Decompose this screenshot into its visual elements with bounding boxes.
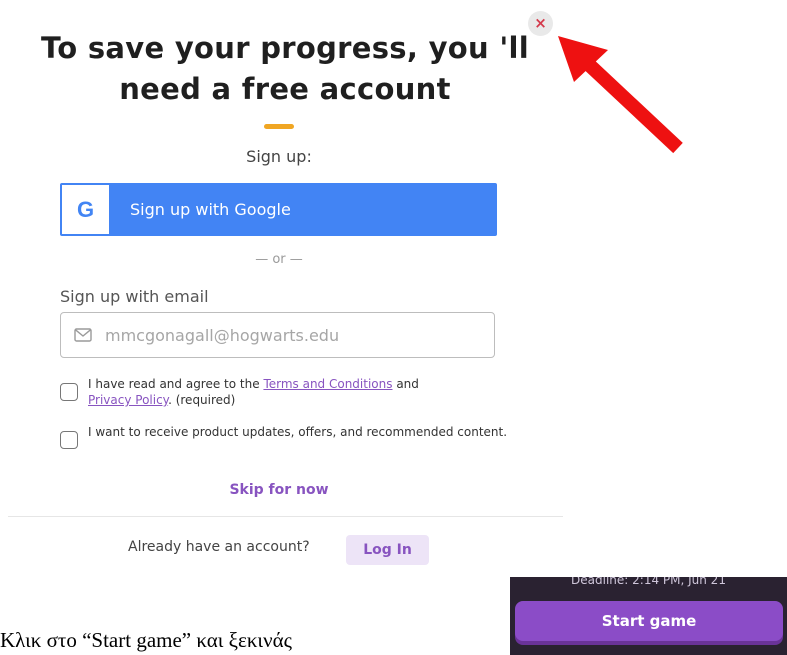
login-button[interactable]: Log In bbox=[346, 535, 429, 565]
google-icon: G bbox=[62, 185, 109, 234]
start-game-button[interactable]: Start game bbox=[515, 601, 783, 641]
terms-suffix: . (required) bbox=[168, 393, 236, 407]
terms-row: I have read and agree to the Terms and C… bbox=[60, 376, 508, 408]
accent-bar bbox=[264, 124, 294, 129]
terms-text: I have read and agree to the Terms and C… bbox=[88, 376, 508, 408]
email-input-box[interactable] bbox=[60, 312, 495, 358]
updates-checkbox[interactable] bbox=[60, 431, 78, 449]
skip-link[interactable]: Skip for now bbox=[0, 482, 558, 498]
updates-text: I want to receive product updates, offer… bbox=[88, 425, 508, 439]
footer-divider bbox=[8, 516, 563, 517]
terms-link[interactable]: Terms and Conditions bbox=[263, 377, 392, 391]
or-divider: — or — bbox=[255, 252, 303, 267]
terms-prefix: I have read and agree to the bbox=[88, 377, 264, 391]
terms-checkbox[interactable] bbox=[60, 383, 78, 401]
dialog-title: To save your progress, you 'll need a fr… bbox=[41, 31, 529, 106]
updates-row: I want to receive product updates, offer… bbox=[60, 424, 508, 449]
signup-label: Sign up: bbox=[246, 147, 312, 166]
game-panel: Deadline: 2:14 PM, Jun 21 Start game bbox=[510, 577, 787, 655]
close-icon: × bbox=[534, 14, 547, 32]
google-button-label: Sign up with Google bbox=[130, 200, 291, 219]
already-account-text: Already have an account? bbox=[128, 539, 310, 555]
terms-and: and bbox=[392, 377, 419, 391]
email-input[interactable] bbox=[103, 324, 477, 346]
google-letter: G bbox=[76, 196, 95, 222]
deadline-text: Deadline: 2:14 PM, Jun 21 bbox=[571, 577, 726, 587]
privacy-link[interactable]: Privacy Policy bbox=[88, 393, 168, 407]
red-arrow-icon bbox=[558, 36, 683, 154]
google-signup-button[interactable]: G Sign up with Google bbox=[60, 183, 497, 236]
mail-icon bbox=[74, 328, 92, 342]
caption-text: Κλικ στο “Start game” και ξεκινάς bbox=[0, 628, 292, 652]
email-label: Sign up with email bbox=[60, 287, 209, 306]
